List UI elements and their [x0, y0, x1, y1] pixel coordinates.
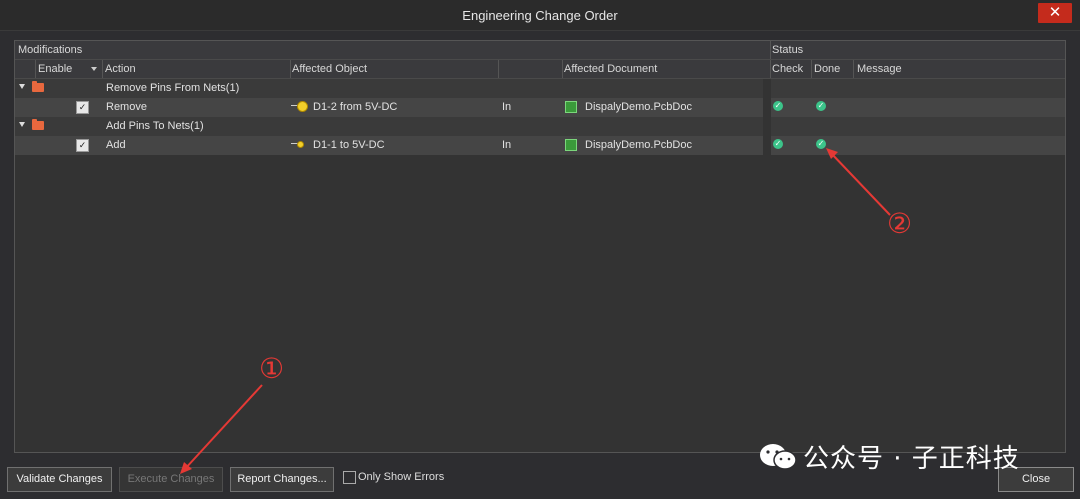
group-label: Add Pins To Nets(1) [106, 120, 204, 132]
execute-changes-button[interactable]: Execute Changes [119, 467, 223, 492]
changes-grid: Modifications Status Enable Action Affec… [14, 40, 1066, 453]
annotation-number-1: ① [259, 352, 285, 385]
status-header: Status [772, 44, 804, 56]
action-cell: Remove [106, 101, 147, 113]
affected-document-cell: DispalyDemo.PcbDoc [585, 101, 692, 113]
group-row-add[interactable]: Add Pins To Nets(1) [15, 117, 763, 136]
modifications-header: Modifications [18, 44, 83, 56]
enable-checkbox[interactable]: ✓ [76, 101, 89, 114]
group-row-remove[interactable]: Remove Pins From Nets(1) [15, 79, 763, 98]
window-title: Engineering Change Order [462, 8, 618, 23]
enable-filter-icon[interactable] [91, 67, 97, 71]
folder-icon [32, 81, 44, 92]
only-show-errors-checkbox[interactable] [343, 471, 356, 484]
relation-cell: In [502, 101, 512, 113]
folder-icon [32, 119, 44, 130]
col-enable[interactable]: Enable [38, 63, 72, 75]
col-affected-document[interactable]: Affected Document [564, 63, 657, 75]
group-label: Remove Pins From Nets(1) [106, 82, 240, 94]
col-action[interactable]: Action [105, 63, 136, 75]
col-done[interactable]: Done [814, 63, 840, 75]
annotation-number-2: ② [887, 207, 913, 240]
change-row-add[interactable]: ✓ Add D1-1 to 5V-DC In DispalyDemo.PcbDo… [15, 136, 763, 155]
pcb-document-icon [565, 101, 577, 113]
check-ok-icon: ✓ [773, 101, 783, 111]
wechat-logo-icon [760, 444, 797, 470]
pcb-document-icon [565, 139, 577, 151]
group-header-row: Modifications Status [15, 41, 1065, 60]
affected-object-cell: D1-2 from 5V-DC [313, 101, 398, 113]
title-bar: Engineering Change Order ✕ [0, 0, 1080, 31]
affected-document-cell: DispalyDemo.PcbDoc [585, 139, 692, 151]
done-ok-icon: ✓ [816, 139, 826, 149]
report-changes-button[interactable]: Report Changes... [230, 467, 334, 492]
pin-remove-icon [297, 101, 308, 112]
change-row-remove[interactable]: ✓ Remove D1-2 from 5V-DC In DispalyDemo.… [15, 98, 763, 117]
collapse-triangle-icon[interactable] [19, 122, 25, 127]
action-cell: Add [106, 139, 126, 151]
check-ok-icon: ✓ [773, 139, 783, 149]
pin-add-icon [297, 141, 304, 148]
validate-changes-button[interactable]: Validate Changes [7, 467, 112, 492]
col-message[interactable]: Message [857, 63, 902, 75]
enable-checkbox[interactable]: ✓ [76, 139, 89, 152]
affected-object-cell: D1-1 to 5V-DC [313, 139, 385, 151]
window-close-button[interactable]: ✕ [1038, 3, 1072, 23]
watermark-text: 公众号 · 子正科技 [803, 444, 1020, 474]
collapse-triangle-icon[interactable] [19, 84, 25, 89]
only-show-errors-label: Only Show Errors [358, 471, 445, 483]
relation-cell: In [502, 139, 512, 151]
col-affected-object[interactable]: Affected Object [292, 63, 367, 75]
col-check[interactable]: Check [772, 63, 803, 75]
column-header-row: Enable Action Affected Object Affected D… [15, 60, 1065, 79]
done-ok-icon: ✓ [816, 101, 826, 111]
